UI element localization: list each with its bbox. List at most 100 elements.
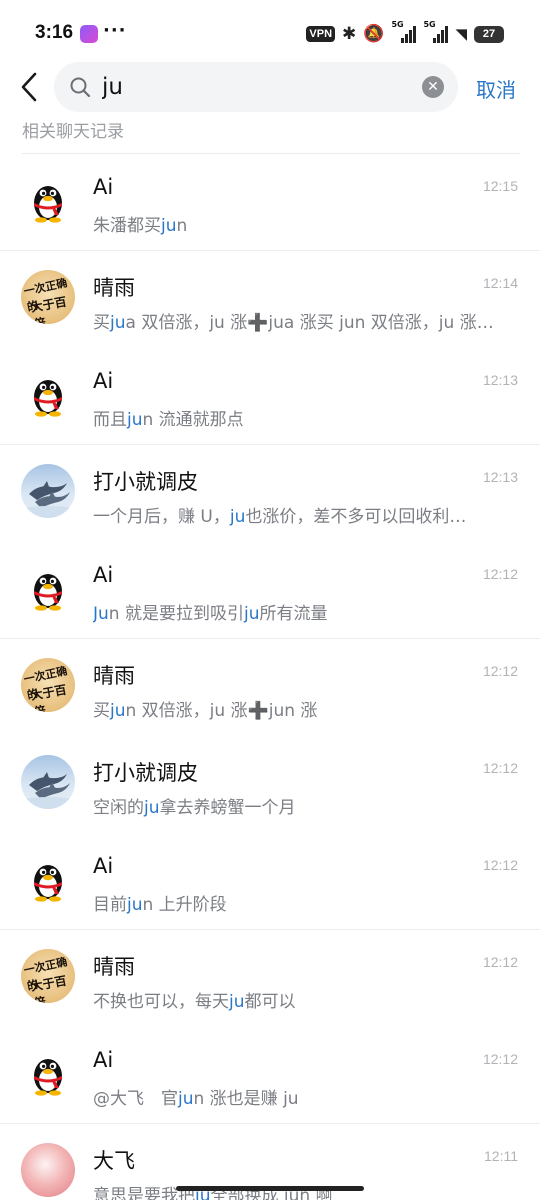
highlight-match: Ju (93, 604, 109, 624)
section-title: 相关聊天记录 (22, 122, 124, 142)
highlight-match: ju (243, 604, 260, 624)
more-notifications-icon: ··· (103, 20, 127, 41)
bluetooth-icon: ✱ (342, 23, 357, 44)
snippet-text: @大飞 官 (93, 1089, 178, 1109)
qq-penguin-avatar[interactable] (21, 561, 75, 615)
app-notification-icon (80, 25, 98, 43)
list-item[interactable]: 打小就调皮 12:13 一个月后，赚 U，ju也涨价，差不多可以回收利… (0, 445, 540, 542)
highlight-match: ju (110, 313, 126, 333)
contact-name: 晴雨 (93, 276, 135, 300)
highlight-match: ju (229, 992, 245, 1012)
message-time: 12:12 (482, 663, 518, 679)
section-header: 相关聊天记录 (0, 114, 540, 154)
home-indicator[interactable] (176, 1186, 364, 1191)
qq-penguin-avatar[interactable] (21, 173, 75, 227)
list-item[interactable]: Ai 12:12 @大飞 官jun 涨也是赚 ju (0, 1027, 540, 1124)
snippet-text: 都可以 (244, 992, 296, 1012)
snippet-text: 朱潘都买 (93, 216, 161, 236)
message-snippet: 目前jun 上升阶段 (93, 890, 511, 915)
results-list: Ai 12:15 朱潘都买jun 一次正确的 大于百倍 晴雨 12:14 买jua 双倍涨，j… (0, 154, 540, 1200)
message-time: 12:12 (482, 857, 518, 873)
list-item[interactable]: Ai 12:12 Jun 就是要拉到吸引ju所有流量 (0, 542, 540, 639)
list-item[interactable]: Ai 12:13 而且jun 流通就那点 (0, 348, 540, 445)
snippet-text: 一个月后，赚 U， (93, 507, 230, 527)
calligraphy-avatar[interactable]: 一次正确的 大于百倍 (21, 658, 75, 712)
message-time: 12:12 (482, 954, 518, 970)
snippet-text: 而且 (93, 410, 127, 430)
list-item[interactable]: 一次正确的 大于百倍 晴雨 12:14 买jua 双倍涨，ju 涨➕jua 涨买 jun… (0, 251, 540, 348)
cancel-button[interactable]: 取消 (476, 74, 516, 103)
snippet-text: n (176, 216, 188, 236)
battery-icon: 27 (474, 25, 504, 43)
calligraphy-avatar[interactable]: 一次正确的 大于百倍 (21, 270, 75, 324)
mute-icon: 🔕 (363, 23, 385, 44)
snippet-text: 所有流量 (259, 604, 328, 624)
snippet-text: 目前 (93, 895, 127, 915)
snippet-text: n 涨也是赚 ju (193, 1089, 299, 1109)
signal-icon-sim2: 5G (423, 20, 449, 43)
contact-name: Ai (93, 563, 114, 587)
message-snippet: 买jua 双倍涨，ju 涨➕jua 涨买 jun 双倍涨，ju 涨… (93, 308, 511, 333)
message-snippet: 买jun 双倍涨，ju 涨➕jun 涨 (93, 696, 511, 721)
contact-name: Ai (93, 1048, 114, 1072)
message-time: 12:11 (484, 1148, 518, 1164)
snippet-text: 买 (93, 701, 110, 721)
list-item[interactable]: 打小就调皮 12:12 空闲的ju拿去养螃蟹一个月 (0, 736, 540, 833)
message-snippet: 一个月后，赚 U，ju也涨价，差不多可以回收利… (93, 502, 511, 527)
list-item[interactable]: 一次正确的 大于百倍 晴雨 12:12 买jun 双倍涨，ju 涨➕jun 涨 (0, 639, 540, 736)
contact-name: 晴雨 (93, 664, 135, 688)
highlight-match: ju (229, 507, 246, 527)
list-item[interactable]: 一次正确的 大于百倍 晴雨 12:12 不换也可以，每天ju都可以 (0, 930, 540, 1027)
search-box[interactable]: ✕ (54, 62, 458, 112)
search-icon (70, 77, 91, 98)
avatar[interactable] (21, 1143, 75, 1197)
snippet-text: n 就是要拉到吸引 (108, 604, 244, 624)
snippet-text: n 上升阶段 (142, 895, 227, 915)
message-time: 12:12 (482, 1051, 518, 1067)
list-item[interactable]: Ai 12:12 目前jun 上升阶段 (0, 833, 540, 930)
search-header: ✕ 取消 (0, 62, 540, 114)
contact-name: Ai (93, 369, 114, 393)
message-time: 12:15 (482, 178, 518, 194)
message-snippet: 朱潘都买jun (93, 211, 511, 236)
highlight-match: ju (161, 216, 177, 236)
contact-name: 打小就调皮 (93, 470, 198, 494)
snippet-text: n 流通就那点 (142, 410, 244, 430)
vpn-icon: VPN (306, 26, 336, 42)
status-icons: VPN ✱ 🔕 5G 5G ◥ 27 (306, 20, 504, 46)
back-button[interactable] (16, 68, 44, 106)
snippet-text: 也涨价，差不多可以回收利… (245, 507, 467, 527)
contact-name: 晴雨 (93, 955, 135, 979)
message-snippet: 空闲的ju拿去养螃蟹一个月 (93, 793, 511, 818)
message-snippet: 而且jun 流通就那点 (93, 405, 511, 430)
snippet-text: a 双倍涨，ju 涨➕jua 涨买 jun 双倍涨，ju 涨… (125, 313, 494, 333)
clear-icon[interactable]: ✕ (422, 76, 444, 98)
message-time: 12:13 (482, 372, 518, 388)
snippet-text: 拿去养螃蟹一个月 (159, 798, 296, 818)
contact-name: 打小就调皮 (93, 761, 198, 785)
status-time: 3:16 (35, 22, 74, 43)
snippet-text: 空闲的 (93, 798, 144, 818)
chevron-left-icon (21, 72, 37, 102)
search-input[interactable] (102, 69, 402, 105)
dolphin-avatar[interactable] (21, 464, 75, 518)
snippet-text: 买 (93, 313, 110, 333)
signal-icon-sim1: 5G (391, 20, 417, 43)
message-time: 12:12 (482, 760, 518, 776)
list-item[interactable]: Ai 12:15 朱潘都买jun (0, 154, 540, 251)
qq-penguin-avatar[interactable] (21, 367, 75, 421)
highlight-match: ju (110, 701, 126, 721)
qq-penguin-avatar[interactable] (21, 1046, 75, 1100)
message-snippet: @大飞 官jun 涨也是赚 ju (93, 1084, 511, 1109)
contact-name: Ai (93, 854, 114, 878)
calligraphy-avatar[interactable]: 一次正确的 大于百倍 (21, 949, 75, 1003)
snippet-text: 不换也可以，每天 (93, 992, 229, 1012)
contact-name: 大飞 (93, 1149, 135, 1173)
contact-name: Ai (93, 175, 114, 199)
message-time: 12:14 (482, 275, 518, 291)
dolphin-avatar[interactable] (21, 755, 75, 809)
message-snippet: Jun 就是要拉到吸引ju所有流量 (93, 599, 511, 624)
wifi-icon: ◥ (455, 24, 467, 43)
status-bar: 3:16 ··· VPN ✱ 🔕 5G 5G ◥ 27 (0, 0, 540, 66)
qq-penguin-avatar[interactable] (21, 852, 75, 906)
